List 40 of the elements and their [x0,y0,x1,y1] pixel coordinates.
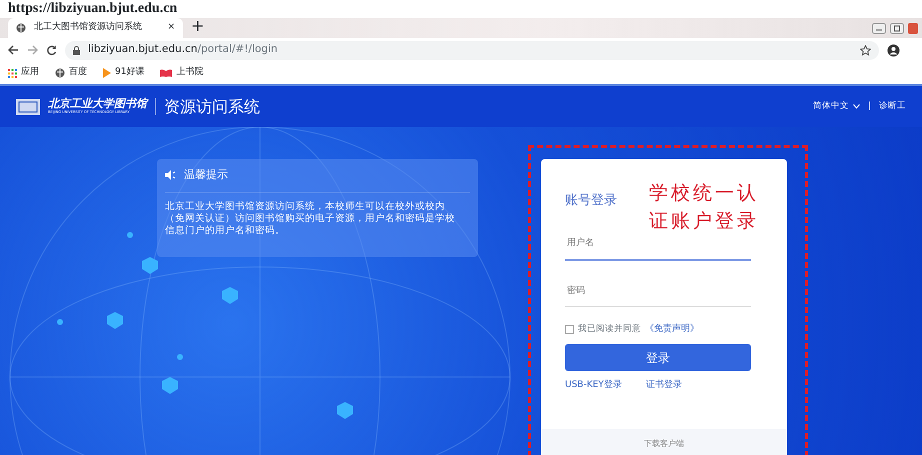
profile-icon[interactable] [887,44,900,56]
system-title: 资源访问系统 [164,96,260,118]
diagnostic-tools-link[interactable]: 诊断工 [879,100,906,113]
star-icon[interactable] [860,44,871,56]
bookmark-label[interactable]: 百度 [69,66,87,80]
reload-icon[interactable] [46,44,57,56]
library-logo-text: 北京工业大学图书馆 [48,98,147,110]
bookmark-label[interactable]: 上书院 [176,66,204,80]
login-button[interactable]: 登录 [565,344,751,371]
login-option-link[interactable]: USB-KEY登录 [565,379,622,392]
bookmark-label[interactable]: 91好课 [115,66,144,80]
restore-icon[interactable] [890,23,904,34]
apps-grid-icon[interactable] [8,68,17,78]
separator: | [868,100,871,113]
login-title: 账号登录 [565,192,617,210]
agree-label: 我已阅读并同意 [578,322,641,336]
tab-title: 北工大图书馆资源访问系统 [34,21,143,34]
notice-text: 北京工业大学图书馆资源访问系统，本校师生可以在校外或校内（免网关认证）访问图书馆购买的电子资源，用户名和密码是学校信息门户的用户名和密码。 [165,200,456,236]
back-arrow-icon[interactable] [8,45,19,55]
login-option-link[interactable]: 证书登录 [646,379,682,392]
url-text: libziyuan.bjut.edu.cn/portal/#!/login [88,42,278,58]
lock-icon [73,46,80,54]
agree-checkbox[interactable] [565,324,574,334]
language-selector[interactable]: 简体中文 [813,100,860,113]
library-logo-icon [16,98,40,114]
disclaimer-link[interactable]: 《免责声明》 [645,322,699,336]
bookmark-label[interactable]: 应用 [21,66,39,80]
book-icon[interactable] [160,69,172,77]
close-icon[interactable]: × [167,21,175,35]
caret-icon [853,104,860,109]
globe-icon[interactable] [55,68,65,78]
notice-title: 温馨提示 [184,167,228,183]
password-field[interactable]: 密码 [565,276,751,306]
browser-tab[interactable]: 北工大图书馆资源访问系统 × [8,18,183,38]
page-heading: https://libziyuan.bjut.edu.cn [7,0,178,18]
address-bar[interactable]: libziyuan.bjut.edu.cn/portal/#!/login [65,40,879,60]
speaker-icon [165,170,176,180]
globe-icon [16,23,26,33]
minimize-icon[interactable] [872,23,886,34]
new-tab-button[interactable]: + [191,18,204,34]
